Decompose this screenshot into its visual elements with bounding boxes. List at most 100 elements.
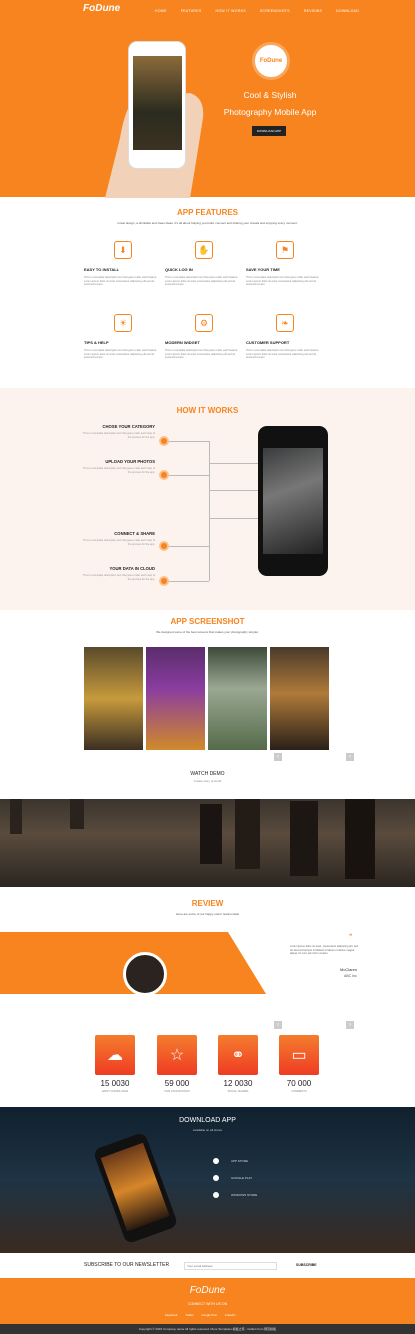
hero-badge-logo: FoDune	[252, 42, 290, 80]
comment-icon: ▭	[279, 1035, 319, 1075]
android-icon	[213, 1175, 219, 1181]
download-app-button[interactable]: DOWNLOAD APP	[252, 126, 286, 136]
step-title: CHOSE YOUR CATEGORY	[102, 424, 155, 429]
review-slant-panel	[228, 932, 415, 994]
features-title: APP FEATURES	[176, 208, 239, 217]
feature-card: ⬇ EASY TO INSTALL This is a template des…	[84, 241, 164, 287]
screenshot-next-arrow[interactable]: ›	[346, 753, 354, 761]
social-facebook[interactable]: Facebook	[165, 1313, 177, 1317]
step-title: YOUR DATA IN CLOUD	[109, 566, 155, 571]
footer-social-links: Facebook Twitter Google Plus LinkedIn	[165, 1313, 235, 1317]
connector-line	[209, 441, 210, 581]
nav-item-download[interactable]: DOWNLOAD	[336, 9, 359, 13]
feature-title: TIPS & HELP	[84, 340, 109, 345]
feature-card: ❧ CUSTOMER SUPPORT This is a template de…	[246, 314, 326, 360]
step-desc: This is a template description text that…	[82, 574, 155, 581]
feature-card: ✋ QUICK LOG IN This is a template descri…	[165, 241, 245, 287]
newsletter-label: SUBSCRIBE TO OUR NEWSLETTER	[84, 1262, 170, 1268]
stat-number: 15 0030	[100, 1079, 130, 1088]
nav-item-home[interactable]: HOME	[155, 9, 167, 13]
feature-title: QUICK LOG IN	[165, 267, 193, 272]
watch-demo-subtitle: Create story of world	[193, 779, 222, 783]
copyright-bar: Copyright © 2015 Company name All rights…	[0, 1324, 415, 1334]
feature-desc: This is a template description text that…	[165, 276, 239, 287]
how-step: CHOSE YOUR CATEGORY This is a template d…	[80, 424, 155, 439]
quote-icon: ❝	[349, 934, 353, 940]
step-title: CONNECT & SHARE	[114, 531, 155, 536]
video-banner	[0, 799, 415, 887]
feature-title: MODERN WIDGET	[165, 340, 200, 345]
subscribe-button[interactable]: SUBSCRIBE	[296, 1263, 317, 1267]
screenshot-1[interactable]	[84, 647, 143, 750]
social-google[interactable]: Google Plus	[202, 1313, 217, 1317]
feature-desc: This is a template description text that…	[246, 349, 320, 360]
screenshots-subtitle: We designed some of the best screens tha…	[156, 630, 259, 634]
main-nav: HOME FEATURES HOW IT WORKS SCREENSHOTS R…	[155, 9, 359, 13]
reviewer-name: McClaren	[340, 967, 358, 972]
connector-line	[169, 441, 209, 442]
store-link-windows[interactable]: WINDOWS STORE	[213, 1192, 257, 1198]
site-logo[interactable]: FoDune	[83, 3, 120, 14]
step-dot	[159, 436, 169, 446]
feature-card: ⚑ SAVE YOUR TIME This is a template desc…	[246, 241, 326, 287]
newsletter-email-input[interactable]	[184, 1262, 277, 1270]
screenshot-prev-arrow[interactable]: ‹	[274, 753, 282, 761]
watch-demo-title[interactable]: WATCH DEMO	[0, 771, 415, 777]
demo-phone-screen	[263, 448, 323, 554]
feature-title: CUSTOMER SUPPORT	[246, 340, 290, 345]
review-next-arrow[interactable]: ›	[346, 1021, 354, 1029]
review-quote: Lorem ipsum dolor sit amet, consectetur …	[290, 945, 359, 956]
screenshot-4[interactable]	[270, 647, 329, 750]
apple-icon	[213, 1158, 219, 1164]
step-dot	[159, 470, 169, 480]
nav-item-screenshots[interactable]: SCREENSHOTS	[260, 9, 290, 13]
step-dot	[159, 576, 169, 586]
step-title: UPLOAD YOUR PHOTOS	[105, 459, 155, 464]
reviewer-avatar	[123, 952, 167, 996]
support-icon: ❧	[276, 314, 294, 332]
hero-tagline: Cool & Stylish	[243, 90, 297, 100]
step-desc: This is a template description text that…	[82, 467, 155, 474]
hero-tagline-2: Photography Mobile App	[223, 107, 317, 117]
widget-icon: ⚙	[195, 314, 213, 332]
nav-item-reviews[interactable]: REVIEWS	[304, 9, 322, 13]
how-step: YOUR DATA IN CLOUD This is a template de…	[80, 566, 155, 581]
screenshot-3[interactable]	[208, 647, 267, 750]
how-step: CONNECT & SHARE This is a template descr…	[80, 531, 155, 546]
feature-desc: This is a template description text that…	[84, 276, 158, 287]
review-subtitle: Here are some of our happy users' testim…	[176, 912, 239, 916]
stat-number: 70 000	[286, 1079, 312, 1088]
stat-number: 12 0030	[223, 1079, 253, 1088]
step-dot	[159, 541, 169, 551]
bulb-icon: ☀	[114, 314, 132, 332]
screenshot-2[interactable]	[146, 647, 205, 750]
social-twitter[interactable]: Twitter	[185, 1313, 193, 1317]
share-icon: ⚭	[218, 1035, 258, 1075]
people-silhouettes	[10, 799, 375, 879]
footer-logo[interactable]: FoDune	[0, 1285, 415, 1296]
stat-label: SOCIAL SHARES	[227, 1090, 249, 1093]
store-link-google[interactable]: GOOGLE PLAY	[213, 1175, 252, 1181]
login-icon: ✋	[195, 241, 213, 259]
social-linkedin[interactable]: LinkedIn	[225, 1313, 236, 1317]
download-cloud-icon: ☁	[95, 1035, 135, 1075]
review-prev-arrow[interactable]: ‹	[274, 1021, 282, 1029]
connector-line	[169, 581, 209, 582]
windows-icon	[213, 1192, 219, 1198]
how-step: UPLOAD YOUR PHOTOS This is a template de…	[80, 459, 155, 474]
download-subtitle: Available on all stores	[192, 1128, 223, 1132]
step-desc: This is a template description text that…	[82, 539, 155, 546]
feature-desc: This is a template description text that…	[246, 276, 320, 287]
screenshots-title: APP SCREENSHOT	[170, 617, 245, 626]
stat-label: HAPPY DOWNLOADS	[101, 1090, 129, 1093]
store-label: GOOGLE PLAY	[231, 1176, 253, 1180]
stat-number: 59 000	[164, 1079, 190, 1088]
features-subtitle: Great design, a drinkable and clean idea…	[117, 221, 298, 225]
connector-line	[169, 475, 209, 476]
nav-item-features[interactable]: FEATURES	[181, 9, 202, 13]
store-label: WINDOWS STORE	[231, 1193, 258, 1197]
store-link-apple[interactable]: APP STORE	[213, 1158, 248, 1164]
nav-item-how[interactable]: HOW IT WORKS	[216, 9, 246, 13]
reviewer-company: ABC Inc	[344, 974, 357, 978]
hero-phone-screen	[133, 56, 182, 150]
